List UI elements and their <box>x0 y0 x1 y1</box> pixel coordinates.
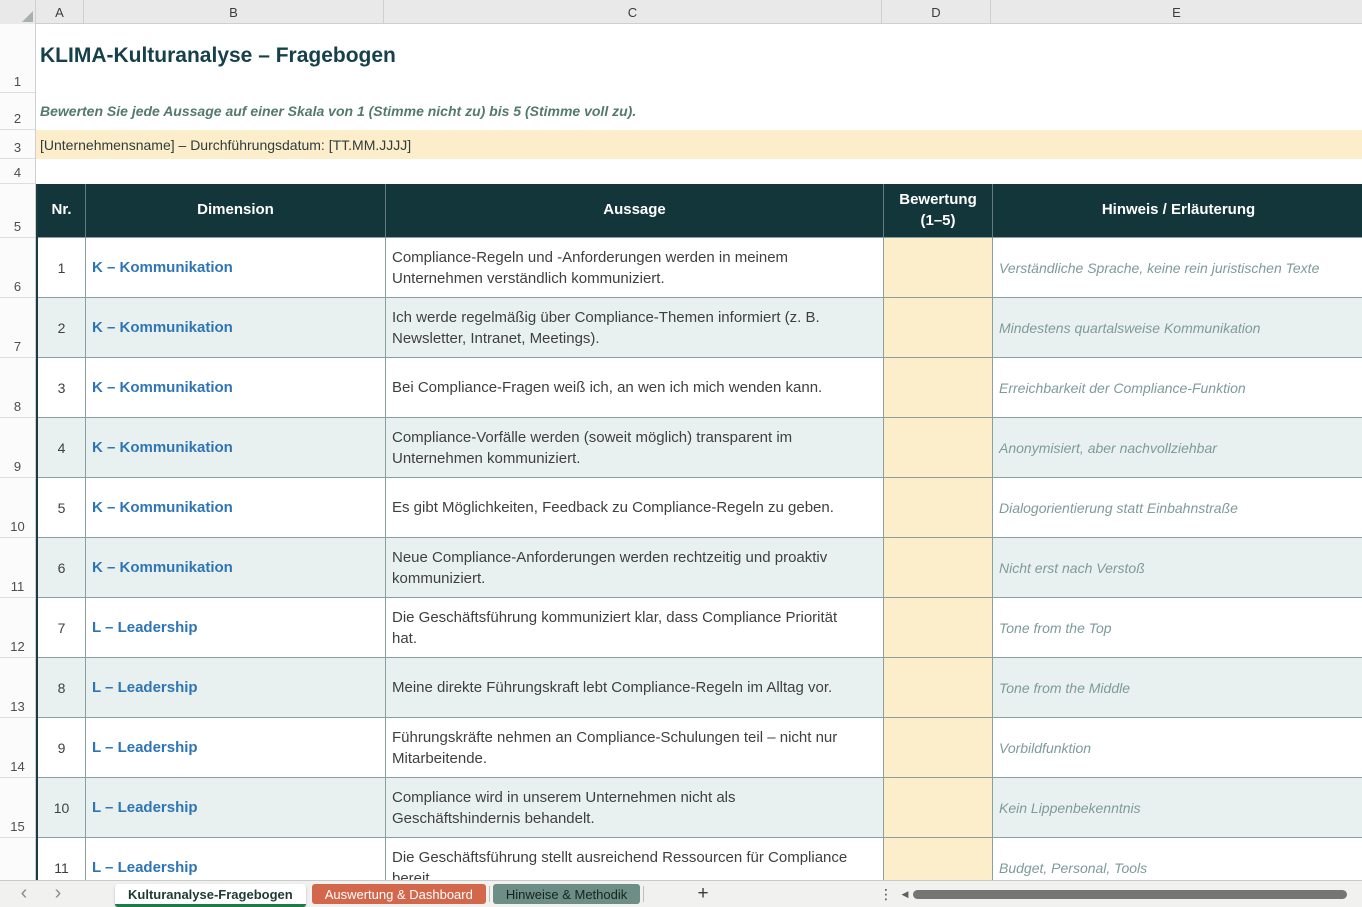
row-header[interactable]: 7 <box>0 298 35 358</box>
hint-cell[interactable]: Kein Lippenbekenntnis <box>993 778 1362 838</box>
statement-cell[interactable]: Es gibt Möglichkeiten, Feedback zu Compl… <box>386 478 884 538</box>
dimension-cell[interactable]: K – Kommunikation <box>86 298 386 358</box>
hint-cell[interactable]: Verständliche Sprache, keine rein jurist… <box>993 238 1362 298</box>
rating-instruction[interactable]: Bewerten Sie jede Aussage auf einer Skal… <box>40 103 636 119</box>
hint-cell[interactable]: Dialogorientierung statt Einbahnstraße <box>993 478 1362 538</box>
statement-cell[interactable]: Compliance wird in unserem Unternehmen n… <box>386 778 884 838</box>
add-sheet-button[interactable]: + <box>692 881 714 907</box>
rating-cell[interactable] <box>884 238 993 298</box>
header-dimension[interactable]: Dimension <box>86 184 386 238</box>
horizontal-scrollbar-thumb[interactable] <box>913 890 1347 899</box>
row-header[interactable]: 13 <box>0 658 35 718</box>
company-date-text: [Unternehmensname] – Durchführungsdatum:… <box>40 137 411 153</box>
rating-cell[interactable] <box>884 598 993 658</box>
row-header[interactable]: 9 <box>0 418 35 478</box>
dimension-cell[interactable]: L – Leadership <box>86 718 386 778</box>
sheet-tabs: Kulturanalyse-Fragebogen Auswertung & Da… <box>112 881 644 907</box>
row-header[interactable]: 3 <box>0 130 35 159</box>
row-header[interactable]: 4 <box>0 159 35 184</box>
statement-cell[interactable]: Neue Compliance-Anforderungen werden rec… <box>386 538 884 598</box>
tab-auswertung-dashboard[interactable]: Auswertung & Dashboard <box>312 884 486 904</box>
hint-cell[interactable]: Mindestens quartalsweise Kommunikation <box>993 298 1362 358</box>
statement-cell[interactable]: Führungskräfte nehmen an Compliance-Schu… <box>386 718 884 778</box>
spreadsheet-window: A B C D E 1 2 3 4 5 6 7 8 9 10 11 12 13 … <box>0 0 1362 907</box>
dimension-cell[interactable]: K – Kommunikation <box>86 478 386 538</box>
column-header-strip: A B C D E <box>0 0 1362 24</box>
column-header-c[interactable]: C <box>384 0 882 24</box>
sheet-tab-bar: ‹ › Kulturanalyse-Fragebogen Auswertung … <box>0 880 1362 907</box>
hint-cell[interactable]: Vorbildfunktion <box>993 718 1362 778</box>
rating-cell[interactable] <box>884 358 993 418</box>
nr-cell[interactable]: 8 <box>38 658 86 718</box>
row-header-gutter: 1 2 3 4 5 6 7 8 9 10 11 12 13 14 15 16 <box>0 24 36 898</box>
company-date-cell[interactable]: [Unternehmensname] – Durchführungsdatum:… <box>36 130 1362 159</box>
scroll-left-arrow-icon[interactable]: ◀ <box>898 881 912 907</box>
hint-cell[interactable]: Erreichbarkeit der Compliance-Funktion <box>993 358 1362 418</box>
prev-sheet-button[interactable]: ‹ <box>14 881 34 907</box>
row-header[interactable]: 14 <box>0 718 35 778</box>
rating-cell[interactable] <box>884 538 993 598</box>
rating-cell[interactable] <box>884 718 993 778</box>
rating-cell[interactable] <box>884 658 993 718</box>
nr-cell[interactable]: 4 <box>38 418 86 478</box>
hint-cell[interactable]: Nicht erst nach Verstoß <box>993 538 1362 598</box>
header-bewertung-line1: Bewertung <box>899 190 977 210</box>
hint-cell[interactable]: Anonymisiert, aber nachvollziehbar <box>993 418 1362 478</box>
questionnaire-table: Nr. Dimension Aussage Bewertung (1–5) Hi… <box>36 184 1362 898</box>
dimension-cell[interactable]: L – Leadership <box>86 658 386 718</box>
header-hinweis[interactable]: Hinweis / Erläuterung <box>993 184 1362 238</box>
row-header[interactable]: 1 <box>0 24 35 93</box>
row-header[interactable]: 2 <box>0 93 35 130</box>
nr-cell[interactable]: 10 <box>38 778 86 838</box>
nr-cell[interactable]: 1 <box>38 238 86 298</box>
header-nr[interactable]: Nr. <box>38 184 86 238</box>
nr-cell[interactable]: 3 <box>38 358 86 418</box>
row-header[interactable]: 8 <box>0 358 35 418</box>
row-header[interactable]: 6 <box>0 238 35 298</box>
nr-cell[interactable]: 5 <box>38 478 86 538</box>
nr-cell[interactable]: 6 <box>38 538 86 598</box>
row-header[interactable]: 15 <box>0 778 35 838</box>
nr-cell[interactable]: 7 <box>38 598 86 658</box>
tab-separator <box>643 886 644 902</box>
more-options-icon[interactable]: ⋮ <box>878 881 894 907</box>
header-bewertung[interactable]: Bewertung (1–5) <box>884 184 993 238</box>
sheet-title[interactable]: KLIMA-Kulturanalyse – Fragebogen <box>40 44 396 68</box>
statement-cell[interactable]: Compliance-Vorfälle werden (soweit mögli… <box>386 418 884 478</box>
tab-kulturanalyse-fragebogen[interactable]: Kulturanalyse-Fragebogen <box>115 884 306 907</box>
rating-cell[interactable] <box>884 778 993 838</box>
rating-cell[interactable] <box>884 418 993 478</box>
row-header[interactable]: 10 <box>0 478 35 538</box>
nr-cell[interactable]: 2 <box>38 298 86 358</box>
column-header-b[interactable]: B <box>84 0 384 24</box>
dimension-cell[interactable]: K – Kommunikation <box>86 538 386 598</box>
rating-cell[interactable] <box>884 298 993 358</box>
statement-cell[interactable]: Compliance-Regeln und -Anforderungen wer… <box>386 238 884 298</box>
tab-separator <box>489 886 490 902</box>
row-header[interactable]: 5 <box>0 184 35 238</box>
statement-cell[interactable]: Ich werde regelmäßig über Compliance-The… <box>386 298 884 358</box>
dimension-cell[interactable]: K – Kommunikation <box>86 238 386 298</box>
statement-cell[interactable]: Meine direkte Führungskraft lebt Complia… <box>386 658 884 718</box>
dimension-cell[interactable]: K – Kommunikation <box>86 358 386 418</box>
statement-cell[interactable]: Bei Compliance-Fragen weiß ich, an wen i… <box>386 358 884 418</box>
next-sheet-button[interactable]: › <box>48 881 68 907</box>
dimension-cell[interactable]: L – Leadership <box>86 598 386 658</box>
tab-hinweise-methodik[interactable]: Hinweise & Methodik <box>493 884 640 904</box>
dimension-cell[interactable]: L – Leadership <box>86 778 386 838</box>
column-header-a[interactable]: A <box>36 0 84 24</box>
column-header-d[interactable]: D <box>882 0 991 24</box>
hint-cell[interactable]: Tone from the Top <box>993 598 1362 658</box>
row-header[interactable]: 12 <box>0 598 35 658</box>
header-bewertung-line2: (1–5) <box>920 211 955 231</box>
column-header-e[interactable]: E <box>991 0 1362 24</box>
select-all-corner[interactable] <box>0 0 36 24</box>
row-header[interactable]: 11 <box>0 538 35 598</box>
header-aussage[interactable]: Aussage <box>386 184 884 238</box>
nr-cell[interactable]: 9 <box>38 718 86 778</box>
rating-cell[interactable] <box>884 478 993 538</box>
hint-cell[interactable]: Tone from the Middle <box>993 658 1362 718</box>
statement-cell[interactable]: Die Geschäftsführung kommuniziert klar, … <box>386 598 884 658</box>
dimension-cell[interactable]: K – Kommunikation <box>86 418 386 478</box>
